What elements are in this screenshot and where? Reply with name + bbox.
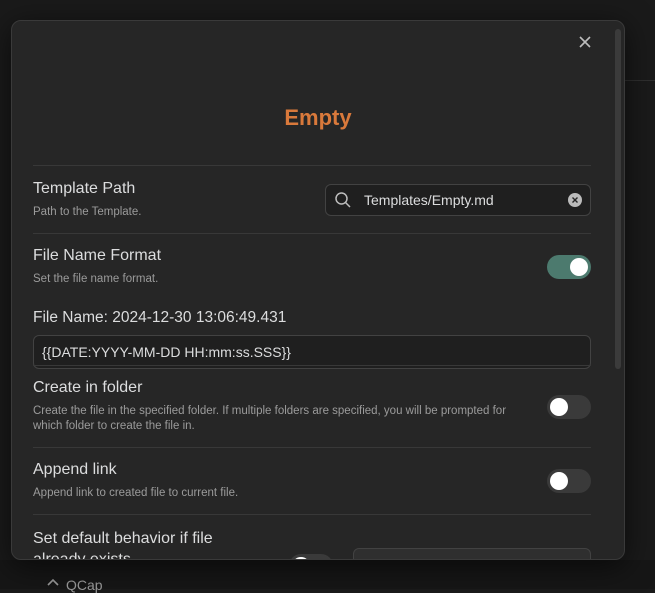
clear-search-button[interactable]	[568, 193, 582, 207]
setting-template-path: Template Path Path to the Template.	[33, 165, 591, 233]
setting-file-name-format: File Name Format Set the file name forma…	[33, 233, 591, 369]
background-item[interactable]: QCap	[46, 576, 103, 593]
toggle-knob	[570, 258, 588, 276]
file-name-format-input[interactable]	[33, 335, 591, 369]
template-settings-modal: Empty Template Path Path to the Template…	[11, 20, 625, 560]
setting-description: Create the file in the specified folder.…	[33, 405, 507, 432]
search-icon	[335, 192, 351, 208]
scrollbar[interactable]	[615, 29, 621, 369]
clear-icon	[572, 197, 578, 203]
setting-create-in-folder: Create in folder Create the file in the …	[33, 365, 591, 447]
setting-name: Template Path	[33, 180, 136, 197]
setting-name: Create in folder	[33, 379, 143, 396]
modal-title: Empty	[284, 105, 352, 130]
setting-name: Set default behavior if file already exi…	[33, 530, 213, 560]
append-link-toggle[interactable]	[547, 469, 591, 493]
setting-description: Path to the Template.	[33, 206, 142, 218]
chevron-up-icon	[46, 576, 60, 593]
close-icon	[579, 36, 591, 48]
file-name-preview: File Name: 2024-12-30 13:06:49.431	[33, 309, 287, 326]
background-divider	[620, 80, 655, 81]
setting-description: Append link to created file to current f…	[33, 487, 239, 499]
close-button[interactable]	[574, 31, 596, 53]
toggle-knob	[550, 472, 568, 490]
template-path-search[interactable]	[325, 184, 591, 216]
setting-default-behavior: Set default behavior if file already exi…	[33, 514, 591, 560]
file-name-format-toggle[interactable]	[547, 255, 591, 279]
setting-description: Set the file name format.	[33, 273, 159, 285]
default-behavior-toggle[interactable]	[289, 554, 333, 559]
toggle-knob	[292, 557, 310, 559]
settings-list: Template Path Path to the Template. Temp…	[33, 165, 591, 560]
setting-append-link: Append link Append link to created file …	[33, 447, 591, 514]
default-behavior-select[interactable]	[353, 548, 591, 559]
toggle-knob	[550, 397, 568, 416]
background-item-label: QCap	[66, 576, 103, 593]
setting-name: Append link	[33, 461, 117, 478]
create-in-folder-toggle[interactable]	[547, 394, 591, 419]
template-path-input[interactable]	[364, 192, 568, 208]
setting-name: File Name Format	[33, 247, 162, 264]
